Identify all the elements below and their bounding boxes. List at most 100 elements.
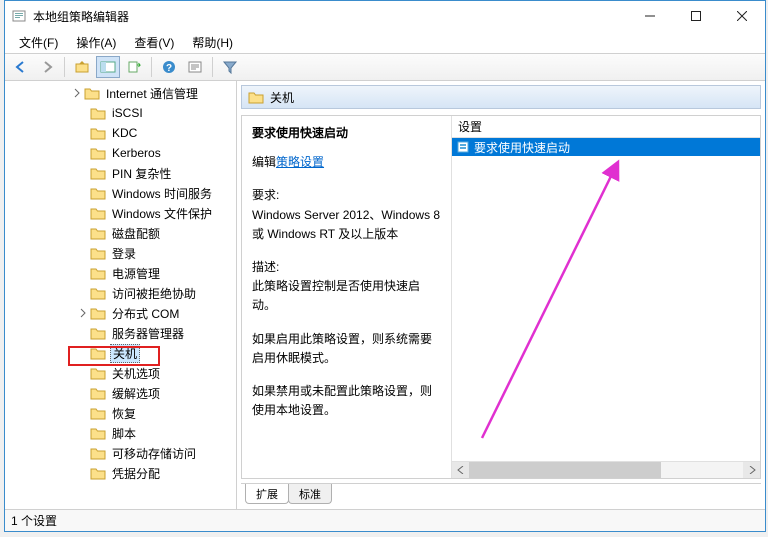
titlebar-title: 本地组策略编辑器 [33, 8, 627, 25]
back-button[interactable] [9, 56, 33, 78]
body: Internet 通信管理 iSCSI KDC Kerberos PIN 复杂性 Wind… [5, 81, 765, 509]
expander-icon [77, 107, 89, 119]
expander-icon [77, 447, 89, 459]
tree-item-label: iSCSI [110, 106, 145, 120]
expander-icon [77, 347, 89, 359]
tree-item[interactable]: 登录 [5, 243, 236, 263]
menu-action[interactable]: 操作(A) [68, 32, 124, 53]
expander-icon [77, 327, 89, 339]
selected-policy-title: 要求使用快速启动 [252, 124, 441, 143]
tree-item[interactable]: Kerberos [5, 143, 236, 163]
detail-header-title: 关机 [270, 89, 294, 106]
list-body[interactable]: 要求使用快速启动 [452, 138, 760, 461]
tree-item[interactable]: 访问被拒绝协助 [5, 283, 236, 303]
folder-icon [90, 206, 106, 220]
toolbar-separator [64, 57, 65, 77]
tree-item[interactable]: 关机 [5, 343, 236, 363]
tree-item[interactable]: Windows 文件保护 [5, 203, 236, 223]
expander-icon [77, 287, 89, 299]
maximize-button[interactable] [673, 1, 719, 31]
tree-item[interactable]: iSCSI [5, 103, 236, 123]
menu-file[interactable]: 文件(F) [11, 32, 66, 53]
export-button[interactable] [122, 56, 146, 78]
folder-icon [90, 386, 106, 400]
folder-icon [90, 106, 106, 120]
folder-icon [90, 286, 106, 300]
expander-icon [77, 367, 89, 379]
tree-item[interactable]: 分布式 COM [5, 303, 236, 323]
tree-item[interactable]: 凭据分配 [5, 463, 236, 483]
scroll-thumb[interactable] [469, 462, 661, 478]
scroll-left-button[interactable] [452, 462, 469, 478]
tree-item-label: 凭据分配 [110, 465, 162, 482]
tree-item-label: 服务器管理器 [110, 325, 186, 342]
folder-icon [90, 366, 106, 380]
scroll-track[interactable] [469, 462, 743, 478]
tree-item[interactable]: PIN 复杂性 [5, 163, 236, 183]
requirement-text: Windows Server 2012、Windows 8 或 Windows … [252, 206, 441, 244]
tree-item-label: 访问被拒绝协助 [110, 285, 198, 302]
forward-button[interactable] [35, 56, 59, 78]
menu-view[interactable]: 查看(V) [126, 32, 182, 53]
tree-pane[interactable]: Internet 通信管理 iSCSI KDC Kerberos PIN 复杂性 Wind… [5, 81, 237, 509]
tree-item-label: Windows 时间服务 [110, 185, 214, 202]
tab-extended[interactable]: 扩展 [245, 484, 289, 504]
detail-content: 要求使用快速启动 编辑策略设置 要求: Windows Server 2012、… [241, 115, 761, 479]
tree-item[interactable]: 关机选项 [5, 363, 236, 383]
scroll-right-button[interactable] [743, 462, 760, 478]
detail-pane: 关机 要求使用快速启动 编辑策略设置 要求: Windows Server 20… [237, 81, 765, 509]
description-text-1: 此策略设置控制是否使用快速启动。 [252, 277, 441, 315]
horizontal-scrollbar[interactable] [452, 461, 760, 478]
svg-text:?: ? [166, 63, 172, 74]
folder-icon [90, 246, 106, 260]
close-button[interactable] [719, 1, 765, 31]
folder-icon [90, 126, 106, 140]
folder-icon [90, 326, 106, 340]
tree-item-label: 登录 [110, 245, 138, 262]
tree-item[interactable]: Internet 通信管理 [5, 83, 236, 103]
expander-icon [77, 247, 89, 259]
description-text-3: 如果禁用或未配置此策略设置，则使用本地设置。 [252, 382, 441, 420]
tree-item-label: 磁盘配额 [110, 225, 162, 242]
tree-item[interactable]: 脚本 [5, 423, 236, 443]
expander-icon[interactable] [71, 87, 83, 99]
expander-icon [77, 207, 89, 219]
detail-tabs: 扩展 标准 [241, 483, 761, 505]
show-hide-tree-button[interactable] [96, 56, 120, 78]
app-icon [11, 8, 27, 24]
tree-item[interactable]: Windows 时间服务 [5, 183, 236, 203]
expander-icon [77, 267, 89, 279]
edit-policy-link[interactable]: 策略设置 [276, 155, 324, 169]
description-text-2: 如果启用此策略设置，则系统需要启用休眠模式。 [252, 330, 441, 368]
window-controls [627, 1, 765, 31]
expander-icon[interactable] [77, 307, 89, 319]
list-item[interactable]: 要求使用快速启动 [452, 138, 760, 156]
titlebar: 本地组策略编辑器 [5, 1, 765, 31]
expander-icon [77, 387, 89, 399]
help-button[interactable]: ? [157, 56, 181, 78]
up-button[interactable] [70, 56, 94, 78]
tree-item[interactable]: KDC [5, 123, 236, 143]
properties-button[interactable] [183, 56, 207, 78]
tree-item[interactable]: 服务器管理器 [5, 323, 236, 343]
filter-button[interactable] [218, 56, 242, 78]
folder-icon [248, 90, 264, 104]
tree-item-label: Kerberos [110, 146, 163, 160]
requirement-label: 要求: [252, 186, 441, 205]
tree-item[interactable]: 可移动存储访问 [5, 443, 236, 463]
tree-item-label: 关机选项 [110, 365, 162, 382]
expander-icon [77, 147, 89, 159]
tree-item[interactable]: 电源管理 [5, 263, 236, 283]
minimize-button[interactable] [627, 1, 673, 31]
folder-icon [90, 186, 106, 200]
tree-item-label: 分布式 COM [110, 305, 181, 322]
tree-item[interactable]: 缓解选项 [5, 383, 236, 403]
folder-icon [90, 346, 106, 360]
tree-item[interactable]: 恢复 [5, 403, 236, 423]
list-column-header[interactable]: 设置 [452, 116, 760, 138]
annotation-arrow [452, 138, 742, 461]
expander-icon [77, 187, 89, 199]
menu-help[interactable]: 帮助(H) [184, 32, 241, 53]
tree-item[interactable]: 磁盘配额 [5, 223, 236, 243]
tab-standard[interactable]: 标准 [288, 484, 332, 504]
